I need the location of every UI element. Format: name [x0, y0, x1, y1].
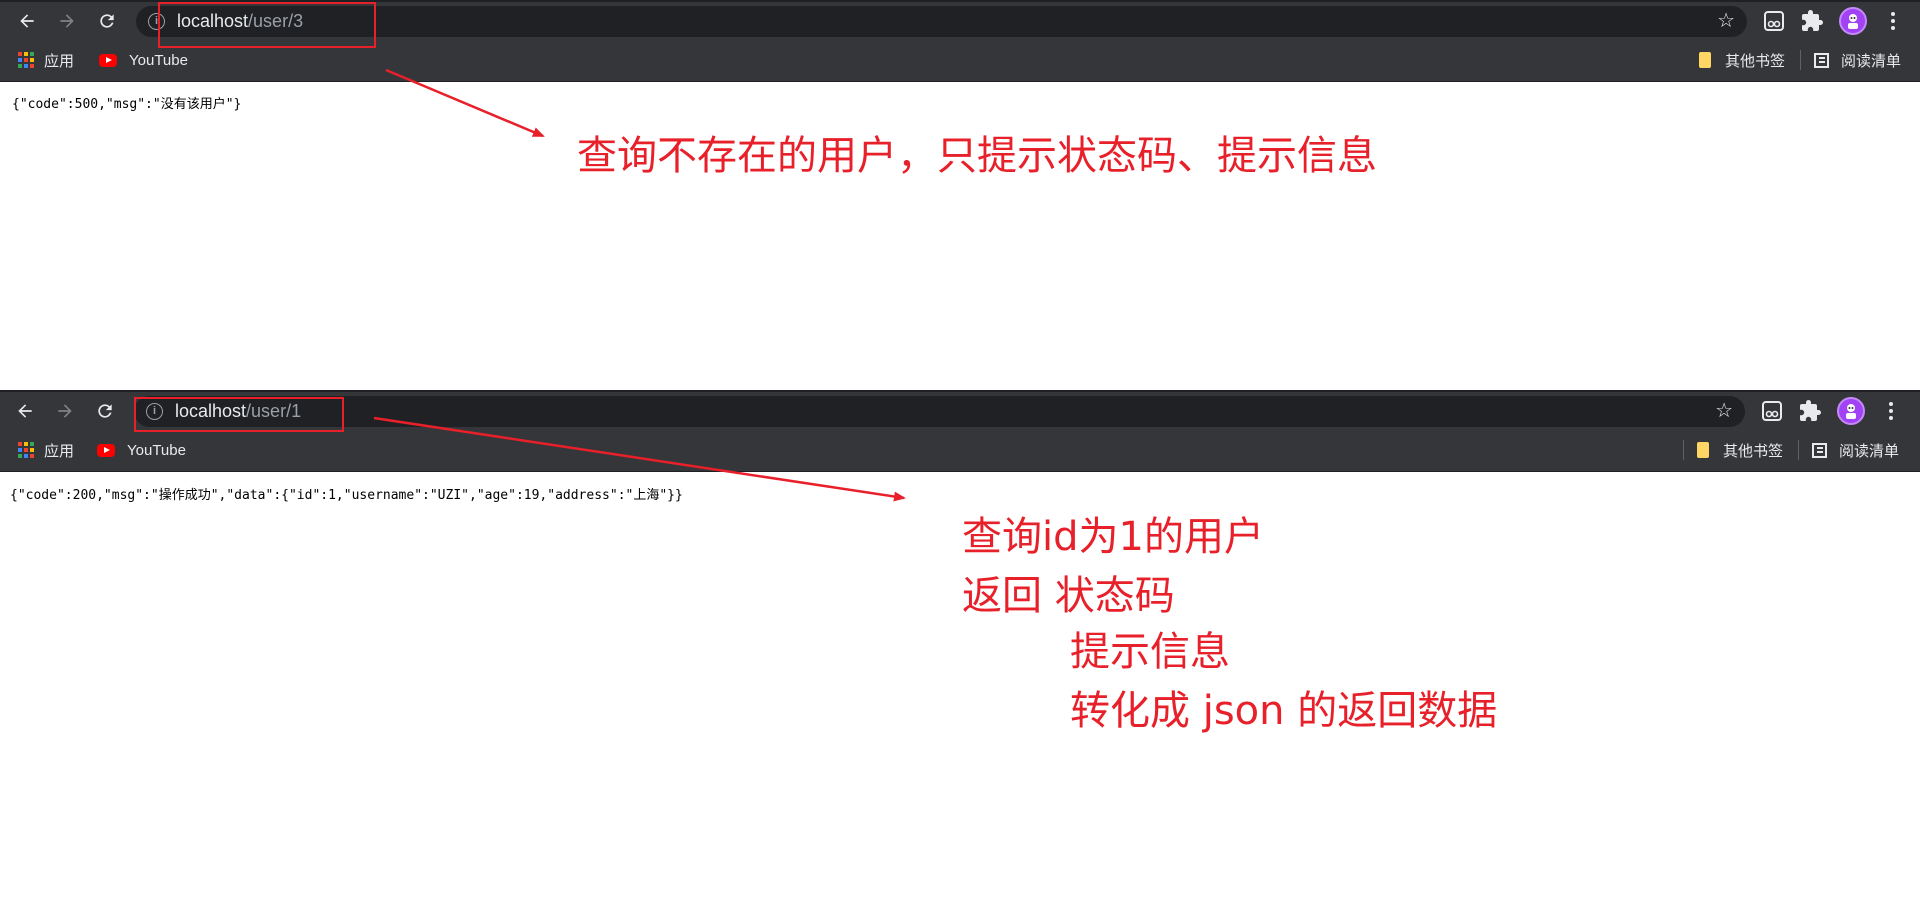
reload-icon: [98, 404, 112, 418]
bookmark-youtube[interactable]: YouTube: [97, 438, 186, 462]
reading-list-label: 阅读清单: [1841, 52, 1902, 70]
reload-button[interactable]: [92, 398, 118, 424]
bookmarks-separator: [1683, 440, 1684, 460]
address-bar[interactable]: i localhost/user/3 ☆: [136, 6, 1747, 37]
youtube-icon: [99, 53, 117, 67]
reload-button[interactable]: [94, 8, 120, 34]
back-button[interactable]: [12, 398, 38, 424]
apps-grid-icon: [18, 52, 34, 68]
apps-grid-icon: [18, 442, 34, 458]
bookmark-other-label: 其他书签: [1725, 52, 1786, 70]
browser-window-bottom: i localhost/user/1 ☆ 应用 YouTube 其他书签 阅读清…: [0, 390, 1920, 902]
profile-avatar-icon[interactable]: [1839, 7, 1867, 35]
star-icon[interactable]: ☆: [1715, 400, 1733, 422]
extensions-puzzle-icon: [1800, 400, 1821, 421]
kebab-menu-icon[interactable]: [1884, 399, 1898, 423]
bookmark-other-label: 其他书签: [1723, 442, 1784, 460]
star-icon[interactable]: ☆: [1717, 10, 1735, 32]
extensions-button[interactable]: [1798, 399, 1822, 423]
bookmarks-separator: [1798, 440, 1799, 460]
reading-list-icon: [1812, 442, 1827, 458]
reading-mode-icon: [1762, 401, 1782, 421]
bookmark-other-folder[interactable]: 其他书签: [1699, 48, 1785, 72]
annotation-bottom-line-2: 返回 状态码: [962, 573, 1175, 619]
bookmarks-separator: [1800, 50, 1801, 70]
bookmark-apps[interactable]: 应用: [18, 48, 74, 72]
screenshot-stage: i localhost/user/3 ☆ 应用 YouTube 其他书签 阅读清…: [0, 0, 1920, 902]
forward-button[interactable]: [52, 398, 78, 424]
url-highlight-box-top: [158, 2, 376, 48]
json-response: {"code":500,"msg":"没有该用户"}: [12, 97, 242, 112]
kebab-menu-icon[interactable]: [1886, 9, 1900, 33]
bookmark-folder-icon: [1697, 442, 1709, 458]
forward-arrow-icon: [58, 404, 72, 418]
forward-arrow-icon: [60, 14, 74, 28]
reading-list-label: 阅读清单: [1839, 442, 1900, 460]
bookmarks-bar: 应用 YouTube 其他书签 阅读清单: [0, 428, 1920, 472]
bookmark-apps-label: 应用: [44, 442, 75, 460]
profile-avatar-icon[interactable]: [1837, 397, 1865, 425]
forward-button[interactable]: [54, 8, 80, 34]
annotation-bottom-line-1: 查询id为1的用户: [962, 514, 1264, 560]
bookmark-youtube-label: YouTube: [129, 51, 188, 69]
bookmark-other-folder[interactable]: 其他书签: [1697, 438, 1783, 462]
annotation-top: 查询不存在的用户，只提示状态码、提示信息: [577, 133, 1377, 179]
extensions-puzzle-icon: [1802, 10, 1823, 31]
url-highlight-box-bottom: [134, 397, 344, 432]
bookmark-folder-icon: [1699, 52, 1711, 68]
reading-list-button[interactable]: 阅读清单: [1812, 438, 1899, 462]
reading-mode-button[interactable]: [1762, 9, 1786, 33]
reload-icon: [100, 14, 114, 28]
annotation-bottom-line-3: 提示信息: [1070, 629, 1230, 675]
back-arrow-icon: [18, 404, 32, 418]
annotation-bottom-line-4: 转化成 json 的返回数据: [1070, 688, 1498, 734]
bookmark-youtube-label: YouTube: [127, 441, 186, 459]
reading-list-button[interactable]: 阅读清单: [1814, 48, 1901, 72]
extensions-button[interactable]: [1800, 9, 1824, 33]
bookmark-apps[interactable]: 应用: [18, 438, 74, 462]
json-response: {"code":200,"msg":"操作成功","data":{"id":1,…: [10, 488, 683, 503]
bookmark-youtube[interactable]: YouTube: [99, 48, 188, 72]
back-arrow-icon: [20, 14, 34, 28]
back-button[interactable]: [14, 8, 40, 34]
reading-mode-icon: [1764, 11, 1784, 31]
reading-mode-button[interactable]: [1760, 399, 1784, 423]
browser-window-top: i localhost/user/3 ☆ 应用 YouTube 其他书签 阅读清…: [0, 0, 1920, 390]
reading-list-icon: [1814, 52, 1829, 68]
page-content: {"code":200,"msg":"操作成功","data":{"id":1,…: [0, 472, 1920, 902]
address-bar[interactable]: i localhost/user/1 ☆: [134, 396, 1745, 427]
youtube-icon: [97, 443, 115, 457]
bookmark-apps-label: 应用: [44, 52, 75, 70]
